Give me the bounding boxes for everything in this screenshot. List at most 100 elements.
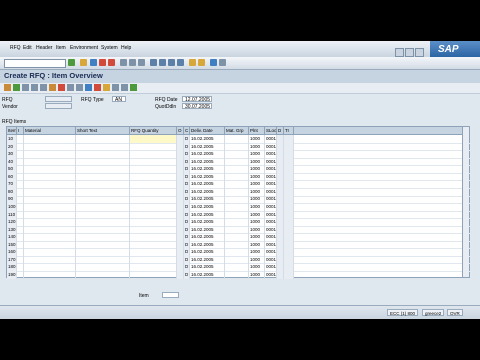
table-cell-o[interactable] <box>177 202 184 211</box>
table-cell-plant[interactable]: 1000 <box>249 142 265 151</box>
table-cell-short-text[interactable] <box>76 180 130 188</box>
table-cell-material[interactable] <box>24 195 76 204</box>
menu-item[interactable]: Item <box>56 45 66 51</box>
cancel-icon[interactable] <box>108 59 115 66</box>
table-cell-short-text[interactable] <box>76 135 130 143</box>
table-cell-short-text[interactable] <box>76 202 130 211</box>
table-cell-quantity[interactable] <box>130 157 177 166</box>
table-cell-quantity[interactable] <box>130 255 177 264</box>
prev-page-icon[interactable] <box>159 59 166 66</box>
document-overview-icon[interactable] <box>4 84 11 91</box>
table-cell-item[interactable]: 170 <box>7 255 17 264</box>
table-cell-category[interactable] <box>17 202 24 211</box>
table-cell-quantity[interactable] <box>130 248 177 256</box>
table-cell-item[interactable]: 100 <box>7 202 17 211</box>
table-cell-item[interactable]: 180 <box>7 263 17 272</box>
table-cell-storage-location[interactable]: 0001 <box>265 172 277 181</box>
table-cell-d[interactable] <box>277 135 284 143</box>
table-cell-tr[interactable] <box>284 142 294 151</box>
table-cell-category[interactable] <box>17 255 24 264</box>
table-cell-category[interactable] <box>17 157 24 166</box>
table-cell-category[interactable] <box>17 150 24 158</box>
table-cell-plant[interactable]: 1000 <box>249 172 265 181</box>
table-cell-material[interactable] <box>24 218 76 226</box>
table-cell-category[interactable] <box>17 135 24 143</box>
table-cell-material[interactable] <box>24 157 76 166</box>
table-cell-tr[interactable] <box>284 172 294 181</box>
item-details-icon[interactable] <box>31 84 38 91</box>
table-cell-short-text[interactable] <box>76 225 130 234</box>
table-cell-material[interactable] <box>24 165 76 173</box>
table-cell-quantity[interactable] <box>130 172 177 181</box>
table-cell-o[interactable] <box>177 218 184 226</box>
table-cell-material-group[interactable] <box>225 225 249 234</box>
table-cell-material-group[interactable] <box>225 135 249 143</box>
deselect-all-icon[interactable] <box>76 84 83 91</box>
cut-icon[interactable] <box>94 84 101 91</box>
table-cell-category[interactable] <box>17 263 24 272</box>
services-icon[interactable] <box>49 84 56 91</box>
table-cell-short-text[interactable] <box>76 195 130 204</box>
sort-icon[interactable] <box>112 84 119 91</box>
rfq-type-field[interactable]: AN <box>112 96 126 103</box>
table-cell-d[interactable] <box>277 202 284 211</box>
table-cell-category[interactable] <box>17 187 24 196</box>
menu-edit[interactable]: Edit <box>23 45 32 51</box>
table-cell-item[interactable]: 80 <box>7 187 17 196</box>
table-cell-o[interactable] <box>177 210 184 219</box>
menu-help[interactable]: Help <box>121 45 131 51</box>
table-cell-quantity[interactable] <box>130 135 177 143</box>
table-cell-material[interactable] <box>24 142 76 151</box>
table-cell-quantity[interactable] <box>130 263 177 272</box>
table-cell-category[interactable] <box>17 165 24 173</box>
table-cell-o[interactable] <box>177 187 184 196</box>
select-all-icon[interactable] <box>67 84 74 91</box>
table-cell-quantity[interactable] <box>130 142 177 151</box>
table-cell-tr[interactable] <box>284 233 294 241</box>
table-cell-delivery-date[interactable]: 16.02.2005 <box>190 225 225 234</box>
table-cell-storage-location[interactable]: 0001 <box>265 218 277 226</box>
table-cell-material[interactable] <box>24 240 76 249</box>
table-cell-quantity[interactable] <box>130 270 177 279</box>
table-cell-delivery-date[interactable]: 16.02.2005 <box>190 202 225 211</box>
table-cell-d[interactable] <box>277 150 284 158</box>
find-icon[interactable] <box>129 59 136 66</box>
find-next-icon[interactable] <box>138 59 145 66</box>
column-header[interactable]: I <box>17 127 24 134</box>
table-cell-storage-location[interactable]: 0001 <box>265 180 277 188</box>
table-cell-plant[interactable]: 1000 <box>249 150 265 158</box>
status-mode[interactable]: OVR <box>447 309 463 316</box>
table-cell-category[interactable] <box>17 195 24 204</box>
table-cell-item[interactable]: 140 <box>7 233 17 241</box>
account-assignment-icon[interactable] <box>40 84 47 91</box>
table-cell-material-group[interactable] <box>225 233 249 241</box>
table-cell-category[interactable] <box>17 240 24 249</box>
table-cell-d[interactable] <box>277 248 284 256</box>
column-header[interactable]: Tr <box>284 127 294 134</box>
column-header[interactable]: Mat. Grp <box>225 127 249 134</box>
table-cell-delivery-date[interactable]: 16.02.2005 <box>190 150 225 158</box>
table-cell-tr[interactable] <box>284 202 294 211</box>
table-cell-d[interactable] <box>277 233 284 241</box>
column-header[interactable]: Short Text <box>76 127 130 134</box>
table-cell-delivery-date[interactable]: 16.02.2005 <box>190 270 225 279</box>
table-cell-short-text[interactable] <box>76 233 130 241</box>
table-cell-short-text[interactable] <box>76 218 130 226</box>
table-cell-item[interactable]: 90 <box>7 195 17 204</box>
check-icon[interactable] <box>13 84 20 91</box>
table-cell-plant[interactable]: 1000 <box>249 187 265 196</box>
table-cell-plant[interactable]: 1000 <box>249 248 265 256</box>
table-cell-category[interactable] <box>17 142 24 151</box>
table-cell-o[interactable] <box>177 270 184 279</box>
table-cell-o[interactable] <box>177 263 184 272</box>
table-cell-material-group[interactable] <box>225 210 249 219</box>
table-cell-d[interactable] <box>277 218 284 226</box>
table-cell-category[interactable] <box>17 180 24 188</box>
table-cell-d[interactable] <box>277 240 284 249</box>
table-cell-short-text[interactable] <box>76 187 130 196</box>
table-cell-d[interactable] <box>277 255 284 264</box>
table-cell-tr[interactable] <box>284 187 294 196</box>
table-cell-storage-location[interactable]: 0001 <box>265 225 277 234</box>
table-cell-material-group[interactable] <box>225 172 249 181</box>
table-cell-category[interactable] <box>17 210 24 219</box>
